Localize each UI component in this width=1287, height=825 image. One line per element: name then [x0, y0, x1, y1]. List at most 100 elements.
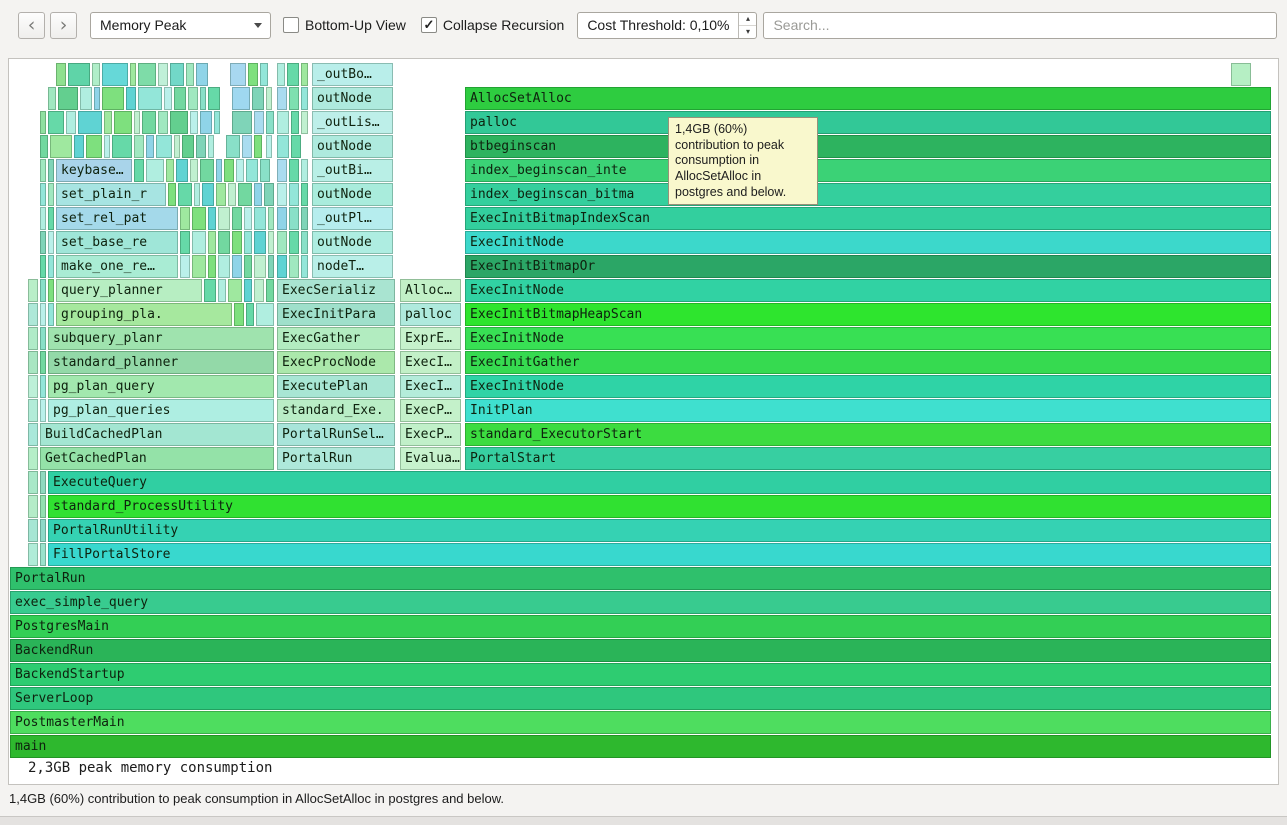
flame-frame[interactable]: [208, 231, 216, 254]
flame-frame[interactable]: ExecInitNode: [465, 327, 1271, 350]
flame-frame[interactable]: ExecutePlan: [277, 375, 395, 398]
flame-frame[interactable]: [204, 279, 216, 302]
flame-frame[interactable]: [289, 231, 299, 254]
flame-frame[interactable]: ExecGather: [277, 327, 395, 350]
flame-frame[interactable]: [252, 87, 264, 110]
flame-frame[interactable]: [291, 135, 301, 158]
flame-frame[interactable]: [92, 63, 100, 86]
flame-frame[interactable]: ExprE…: [400, 327, 461, 350]
flame-frame[interactable]: [289, 87, 299, 110]
flame-frame[interactable]: [28, 303, 38, 326]
flame-frame[interactable]: Evalua…: [400, 447, 461, 470]
flame-frame[interactable]: [40, 255, 46, 278]
flame-frame[interactable]: ExecSerializ: [277, 279, 395, 302]
flame-frame[interactable]: [1231, 63, 1251, 86]
flame-frame[interactable]: PortalRun: [10, 567, 1271, 590]
flame-frame[interactable]: [102, 87, 124, 110]
flame-frame[interactable]: keybase…: [56, 159, 132, 182]
flame-frame[interactable]: [134, 111, 140, 134]
flame-frame[interactable]: [180, 207, 190, 230]
flame-frame[interactable]: [289, 207, 299, 230]
flame-frame[interactable]: [224, 159, 234, 182]
flame-frame[interactable]: [180, 231, 190, 254]
flame-frame[interactable]: [182, 135, 194, 158]
flame-frame[interactable]: [28, 351, 38, 374]
flame-frame[interactable]: [301, 207, 308, 230]
flame-frame[interactable]: [40, 351, 46, 374]
flame-frame[interactable]: [174, 135, 180, 158]
flame-frame[interactable]: [86, 135, 102, 158]
flame-frame[interactable]: ExecI…: [400, 351, 461, 374]
flame-frame[interactable]: [277, 207, 287, 230]
flame-frame[interactable]: [266, 135, 272, 158]
flame-frame[interactable]: [166, 159, 174, 182]
flame-frame[interactable]: [40, 471, 46, 494]
flame-frame[interactable]: [48, 159, 54, 182]
flame-frame[interactable]: [277, 111, 289, 134]
flame-frame[interactable]: [80, 87, 92, 110]
flame-frame[interactable]: ExecInitBitmapOr: [465, 255, 1271, 278]
flame-frame[interactable]: [228, 183, 236, 206]
flame-frame[interactable]: [28, 375, 38, 398]
flame-frame[interactable]: [218, 207, 230, 230]
flame-frame[interactable]: [208, 135, 214, 158]
flame-frame[interactable]: [138, 63, 156, 86]
flame-frame[interactable]: [246, 303, 254, 326]
flame-frame[interactable]: [254, 135, 262, 158]
flame-frame[interactable]: [218, 279, 226, 302]
flame-frame[interactable]: [190, 159, 198, 182]
flame-frame[interactable]: [114, 111, 132, 134]
flame-frame[interactable]: [200, 87, 206, 110]
flame-frame[interactable]: ExecInitBitmapHeapScan: [465, 303, 1271, 326]
flame-frame[interactable]: [218, 231, 230, 254]
flame-frame[interactable]: [277, 183, 287, 206]
flame-frame[interactable]: [301, 183, 308, 206]
flame-frame[interactable]: [216, 159, 222, 182]
flame-frame[interactable]: [158, 63, 168, 86]
flame-frame[interactable]: [268, 255, 274, 278]
flame-frame[interactable]: [277, 255, 287, 278]
flame-frame[interactable]: [40, 159, 46, 182]
flame-frame[interactable]: [200, 111, 212, 134]
flame-frame[interactable]: [289, 159, 299, 182]
flame-frame[interactable]: [244, 207, 252, 230]
flame-frame[interactable]: PortalStart: [465, 447, 1271, 470]
flame-frame[interactable]: [246, 159, 258, 182]
flame-frame[interactable]: [28, 519, 38, 542]
flame-frame[interactable]: [48, 87, 56, 110]
flame-frame[interactable]: [50, 135, 72, 158]
flame-frame[interactable]: [40, 303, 46, 326]
flame-frame[interactable]: [40, 183, 46, 206]
flame-frame[interactable]: set_plain_r: [56, 183, 166, 206]
flame-frame[interactable]: [260, 159, 270, 182]
flame-frame[interactable]: [232, 87, 250, 110]
flame-frame[interactable]: [277, 135, 289, 158]
flame-frame[interactable]: [40, 519, 46, 542]
flame-frame[interactable]: [254, 279, 264, 302]
flame-frame[interactable]: [196, 135, 206, 158]
flame-frame[interactable]: subquery_planr: [48, 327, 274, 350]
flame-frame[interactable]: [102, 63, 128, 86]
flame-frame[interactable]: [40, 207, 46, 230]
flame-frame[interactable]: [134, 159, 144, 182]
flame-frame[interactable]: _outPl…: [312, 207, 393, 230]
flame-frame[interactable]: [68, 63, 90, 86]
flame-frame[interactable]: [28, 399, 38, 422]
flame-frame[interactable]: [28, 327, 38, 350]
flame-frame[interactable]: [202, 183, 214, 206]
flame-frame[interactable]: [40, 111, 46, 134]
flame-frame[interactable]: ExecInitBitmapIndexScan: [465, 207, 1271, 230]
flame-frame[interactable]: [289, 255, 299, 278]
flame-frame[interactable]: [146, 159, 164, 182]
flame-frame[interactable]: ExecI…: [400, 375, 461, 398]
flame-frame[interactable]: [216, 183, 226, 206]
flame-frame[interactable]: AllocSetAlloc: [465, 87, 1271, 110]
flame-frame[interactable]: FillPortalStore: [48, 543, 1271, 566]
flame-frame[interactable]: standard_planner: [48, 351, 274, 374]
flame-frame[interactable]: [244, 231, 252, 254]
flame-frame[interactable]: [194, 183, 200, 206]
flame-frame[interactable]: ExecProcNode: [277, 351, 395, 374]
flame-frame[interactable]: exec_simple_query: [10, 591, 1271, 614]
flame-frame[interactable]: [192, 255, 206, 278]
flame-frame[interactable]: BackendStartup: [10, 663, 1271, 686]
